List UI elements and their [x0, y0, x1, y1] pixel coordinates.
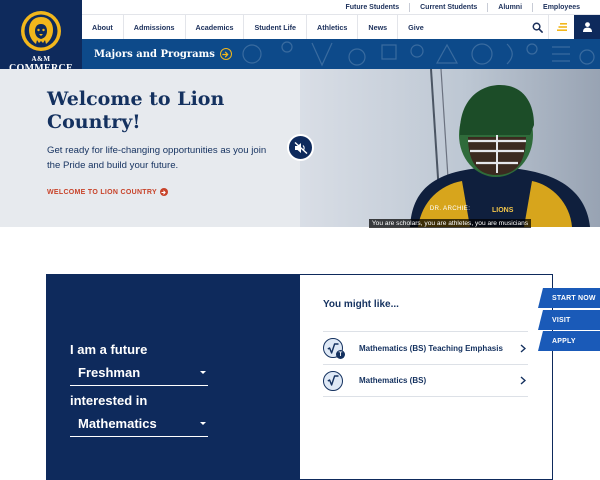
- hero-title: Welcome to Lion Country!: [47, 88, 225, 133]
- video-caption: DR. ARCHIE: You are scholars, you are at…: [365, 205, 535, 230]
- hero-subtitle: Get ready for life-changing opportunitie…: [47, 145, 267, 171]
- student-type-select[interactable]: Freshman: [70, 360, 208, 386]
- suggestion-label: Mathematics (BS): [359, 376, 427, 385]
- visit-button[interactable]: VISIT: [538, 310, 600, 330]
- caption-speaker: DR. ARCHIE:: [429, 205, 471, 212]
- nav-item-give[interactable]: Give: [397, 15, 434, 39]
- search-button[interactable]: [526, 15, 548, 40]
- nav-item-news[interactable]: News: [357, 15, 397, 39]
- suggestion-item-math-teaching[interactable]: T Mathematics (BS) Teaching Emphasis: [323, 331, 528, 364]
- suggestion-item-math[interactable]: Mathematics (BS): [323, 364, 528, 397]
- caret-down-icon: [200, 422, 206, 425]
- mute-button[interactable]: [287, 134, 314, 161]
- util-link-current-students[interactable]: Current Students: [409, 2, 487, 12]
- arrow-right-circle-icon: [159, 188, 168, 196]
- main-nav: About Admissions Academics Student Life …: [82, 14, 600, 40]
- welcome-link[interactable]: WELCOME TO LION COUNTRY: [47, 188, 168, 196]
- menu-icon: [556, 23, 567, 31]
- nav-item-student-life[interactable]: Student Life: [243, 15, 306, 39]
- nav-item-about[interactable]: About: [82, 15, 123, 39]
- arrow-right-circle-icon: [219, 48, 232, 60]
- square-root-icon: T: [323, 338, 345, 359]
- majors-programs-label: Majors and Programs: [94, 48, 215, 60]
- nav-item-academics[interactable]: Academics: [184, 15, 244, 39]
- utility-nav: Future Students Current Students Alumni …: [82, 0, 600, 14]
- student-type-value: Freshman: [78, 365, 141, 380]
- majors-programs-banner[interactable]: Majors and Programs: [82, 39, 600, 69]
- speaker-muted-icon: [294, 141, 307, 154]
- caret-down-icon: [200, 371, 206, 374]
- menu-button[interactable]: [548, 14, 574, 40]
- search-icon: [532, 22, 543, 33]
- subject-value: Mathematics: [78, 416, 157, 431]
- caption-text: You are scholars, you are athletes, you …: [368, 219, 532, 228]
- apply-button[interactable]: APPLY: [538, 331, 600, 351]
- page: A&M COMMERCE Future Students Current Stu…: [0, 0, 600, 480]
- subject-select[interactable]: Mathematics: [70, 411, 208, 437]
- suggestion-label: Mathematics (BS) Teaching Emphasis: [359, 343, 503, 353]
- hero-video[interactable]: LIONS: [300, 69, 600, 227]
- welcome-link-label: WELCOME TO LION COUNTRY: [47, 188, 157, 196]
- util-link-alumni[interactable]: Alumni: [487, 2, 532, 12]
- football-player-image: LIONS: [410, 69, 590, 227]
- finder-interest-text: interested in: [70, 393, 148, 408]
- teaching-badge: T: [336, 350, 345, 359]
- util-link-future-students[interactable]: Future Students: [335, 3, 409, 12]
- start-now-button[interactable]: START NOW: [538, 288, 600, 308]
- user-icon: [582, 22, 592, 32]
- util-link-employees[interactable]: Employees: [532, 2, 590, 12]
- lion-logo-icon: [21, 11, 61, 51]
- nav-item-athletics[interactable]: Athletics: [306, 15, 357, 39]
- square-root-icon: [323, 370, 343, 391]
- finder-intro-text: I am a future: [70, 342, 148, 357]
- chevron-right-icon: [518, 376, 528, 386]
- suggestions-title: You might like...: [323, 299, 399, 310]
- chevron-right-icon: [518, 343, 528, 353]
- logo-text-top: A&M: [31, 55, 51, 63]
- nav-item-admissions[interactable]: Admissions: [122, 15, 185, 39]
- user-button[interactable]: [574, 14, 600, 40]
